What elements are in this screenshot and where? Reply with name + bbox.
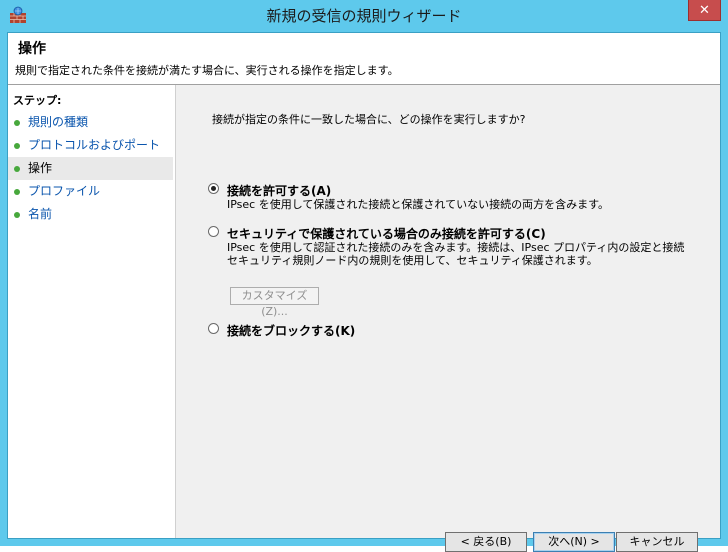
- step-label: 操作: [28, 161, 53, 175]
- title-bar[interactable]: 新規の受信の規則ウィザード ✕: [0, 0, 728, 33]
- back-button[interactable]: < 戻る(B): [445, 532, 527, 552]
- cancel-button[interactable]: キャンセル: [616, 532, 698, 552]
- step-profile[interactable]: プロファイル: [8, 180, 173, 203]
- wizard-header: 操作 規則で指定された条件を接続が満たす場合に、実行される操作を指定します。: [8, 33, 720, 85]
- action-question: 接続が指定の条件に一致した場合に、どの操作を実行しますか?: [212, 113, 526, 126]
- allow-secure-radio[interactable]: [208, 226, 219, 237]
- step-dot-icon: [14, 212, 20, 218]
- option-label[interactable]: 接続をブロックする(K): [227, 322, 355, 339]
- option-description: IPsec を使用して認証された接続のみを含みます。接続は、IPsec プロパテ…: [227, 241, 684, 267]
- step-dot-icon: [14, 143, 20, 149]
- option-label[interactable]: セキュリティで保護されている場合のみ接続を許可する(C): [227, 225, 546, 242]
- allow-radio[interactable]: [208, 183, 219, 194]
- step-dot-icon: [14, 189, 20, 195]
- step-label: プロトコルおよびポート: [28, 138, 161, 152]
- steps-sidebar: ステップ: 規則の種類 プロトコルおよびポート 操作 プロファイル 名前: [8, 85, 176, 538]
- step-label: 名前: [28, 207, 53, 221]
- option-label[interactable]: 接続を許可する(A): [227, 182, 331, 199]
- close-icon: ✕: [699, 2, 710, 18]
- step-label: 規則の種類: [28, 115, 89, 129]
- option-desc-line: IPsec を使用して保護された接続と保護されていない接続の両方を含みます。: [227, 198, 609, 211]
- step-label: プロファイル: [28, 184, 101, 198]
- option-desc-line: セキュリティ規則ノード内の規則を使用して、セキュリティ保護されます。: [227, 254, 598, 267]
- page-description: 規則で指定された条件を接続が満たす場合に、実行される操作を指定します。: [15, 64, 399, 77]
- wizard-window: 新規の受信の規則ウィザード ✕ 操作 規則で指定された条件を接続が満たす場合に、…: [0, 0, 728, 552]
- step-dot-icon: [14, 166, 20, 172]
- steps-list: 規則の種類 プロトコルおよびポート 操作 プロファイル 名前: [8, 111, 173, 226]
- wizard-client: 操作 規則で指定された条件を接続が満たす場合に、実行される操作を指定します。 ス…: [7, 32, 721, 552]
- step-action[interactable]: 操作: [8, 157, 173, 180]
- step-protocol-port[interactable]: プロトコルおよびポート: [8, 134, 173, 157]
- step-rule-type[interactable]: 規則の種類: [8, 111, 173, 134]
- main-panel: 接続が指定の条件に一致した場合に、どの操作を実行しますか? 接続を許可する(A)…: [176, 85, 720, 552]
- next-button[interactable]: 次へ(N) >: [533, 532, 615, 552]
- option-desc-line: IPsec を使用して認証された接続のみを含みます。接続は、IPsec プロパテ…: [227, 241, 685, 254]
- page-title: 操作: [18, 41, 46, 57]
- step-name[interactable]: 名前: [8, 203, 173, 226]
- step-dot-icon: [14, 120, 20, 126]
- option-description: IPsec を使用して保護された接続と保護されていない接続の両方を含みます。: [227, 198, 609, 211]
- customize-button[interactable]: カスタマイズ(Z)...: [230, 287, 319, 318]
- block-radio[interactable]: [208, 323, 219, 334]
- steps-label: ステップ:: [13, 94, 62, 107]
- window-title: 新規の受信の規則ウィザード: [266, 7, 462, 25]
- close-button[interactable]: ✕: [688, 0, 721, 21]
